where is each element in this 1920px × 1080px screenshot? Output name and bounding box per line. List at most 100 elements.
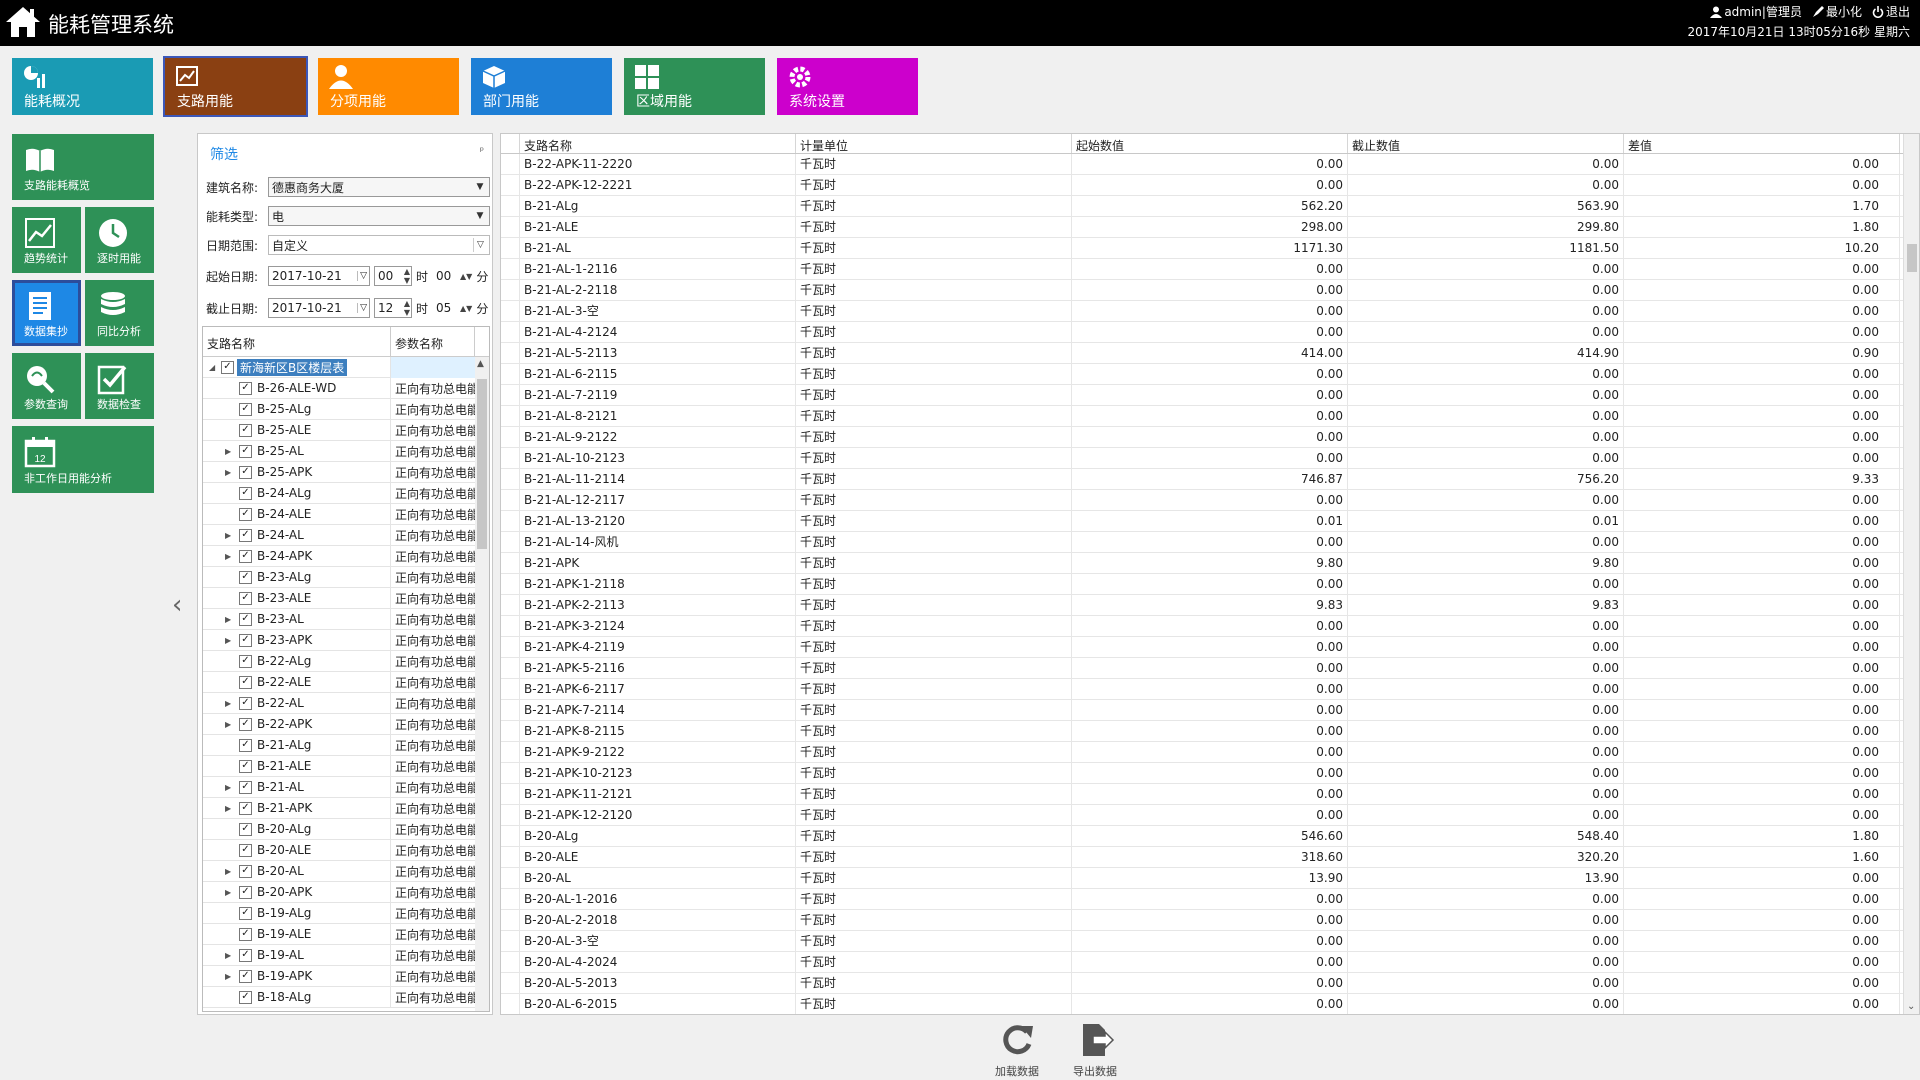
expand-icon[interactable]: ▶: [225, 531, 231, 540]
table-row[interactable]: B-21-AL-11-2114 千瓦时 746.87 756.20 9.33: [501, 468, 1919, 490]
pin-icon[interactable]: ᵖ: [480, 146, 484, 157]
grid-col-end[interactable]: 截止数值: [1348, 134, 1624, 153]
row-header-cell[interactable]: [501, 153, 520, 175]
tree-row[interactable]: ▶ ✓ B-24-AL 正向有功总电能: [203, 524, 489, 546]
expand-icon[interactable]: ▶: [225, 888, 231, 897]
nav-tab-5[interactable]: 区域用能: [624, 58, 765, 115]
expand-icon[interactable]: ▶: [225, 552, 231, 561]
table-row[interactable]: B-21-ALg 千瓦时 562.20 563.90 1.70: [501, 195, 1919, 217]
sidebar-tile-1[interactable]: 支路能耗概览: [12, 134, 154, 200]
spinner-arrows-icon[interactable]: ▲▼: [404, 299, 410, 317]
tree-row[interactable]: ▶ ✓ B-19-AL 正向有功总电能: [203, 944, 489, 966]
row-header-cell[interactable]: [501, 657, 520, 679]
row-header-cell[interactable]: [501, 573, 520, 595]
row-header-cell[interactable]: [501, 384, 520, 406]
scroll-thumb[interactable]: [1907, 244, 1917, 272]
tree-row[interactable]: ▶ ✓ B-22-APK 正向有功总电能: [203, 713, 489, 735]
tree-checkbox[interactable]: ✓: [221, 360, 234, 374]
grid-col-unit[interactable]: 计量单位: [796, 134, 1072, 153]
row-header-cell[interactable]: [501, 510, 520, 532]
tree-checkbox[interactable]: ✓: [239, 402, 252, 416]
table-row[interactable]: B-21-AL-13-2120 千瓦时 0.01 0.01 0.00: [501, 510, 1919, 532]
row-header-cell[interactable]: [501, 888, 520, 910]
table-row[interactable]: B-21-APK-4-2119 千瓦时 0.00 0.00 0.00: [501, 636, 1919, 658]
table-row[interactable]: B-20-AL-2-2018 千瓦时 0.00 0.00 0.00: [501, 909, 1919, 931]
table-row[interactable]: B-22-APK-12-2221 千瓦时 0.00 0.00 0.00: [501, 174, 1919, 196]
table-row[interactable]: B-20-AL 千瓦时 13.90 13.90 0.00: [501, 867, 1919, 889]
expand-icon[interactable]: ▶: [225, 783, 231, 792]
tree-row[interactable]: ✓ B-18-ALg 正向有功总电能: [203, 986, 489, 1008]
row-header-cell[interactable]: [501, 993, 520, 1014]
table-row[interactable]: B-21-AL-4-2124 千瓦时 0.00 0.00 0.00: [501, 321, 1919, 343]
tree-checkbox[interactable]: ✓: [239, 549, 252, 563]
tree-scrollbar[interactable]: ▲: [475, 357, 489, 1011]
row-header-cell[interactable]: [501, 783, 520, 805]
spinner-arrows-icon[interactable]: ▲▼: [460, 272, 472, 281]
row-header-cell[interactable]: [501, 342, 520, 364]
sidebar-tile-5[interactable]: 同比分析: [85, 280, 154, 346]
scroll-down-icon[interactable]: ⌄: [1907, 1001, 1915, 1012]
row-header-cell[interactable]: [501, 279, 520, 301]
tree-row[interactable]: ✓ B-23-ALg 正向有功总电能: [203, 566, 489, 588]
row-header-cell[interactable]: [501, 216, 520, 238]
table-row[interactable]: B-20-AL-4-2024 千瓦时 0.00 0.00 0.00: [501, 951, 1919, 973]
tree-checkbox[interactable]: ✓: [239, 801, 252, 815]
table-row[interactable]: B-21-AL-3-空 千瓦时 0.00 0.00 0.00: [501, 300, 1919, 322]
end-hour-spinner[interactable]: 12 ▲ ▼: [374, 298, 412, 318]
end-date-input[interactable]: 2017-10-21 ▽: [268, 298, 370, 318]
load-data-button[interactable]: 加载数据: [987, 1022, 1047, 1078]
tree-col-param[interactable]: 参数名称: [391, 327, 475, 356]
start-hour-spinner[interactable]: 00 ▲ ▼: [374, 266, 412, 286]
tree-checkbox[interactable]: ✓: [239, 906, 252, 920]
table-row[interactable]: B-21-APK-1-2118 千瓦时 0.00 0.00 0.00: [501, 573, 1919, 595]
table-row[interactable]: B-20-AL-6-2015 千瓦时 0.00 0.00 0.00: [501, 993, 1919, 1014]
spinner-arrows-icon[interactable]: ▲▼: [404, 267, 410, 285]
row-header-cell[interactable]: [501, 846, 520, 868]
tree-row[interactable]: ✓ B-25-ALg 正向有功总电能: [203, 398, 489, 420]
grid-col-diff[interactable]: 差值: [1624, 134, 1900, 153]
home-icon[interactable]: [4, 4, 42, 40]
energy-type-select[interactable]: 电 ▼: [268, 206, 490, 226]
row-header-cell[interactable]: [501, 426, 520, 448]
nav-tab-6[interactable]: 系统设置: [777, 58, 918, 115]
table-row[interactable]: B-21-AL-7-2119 千瓦时 0.00 0.00 0.00: [501, 384, 1919, 406]
row-header-cell[interactable]: [501, 447, 520, 469]
end-minute-value[interactable]: 05: [436, 301, 458, 315]
tree-row[interactable]: ✓ B-22-ALg 正向有功总电能: [203, 650, 489, 672]
sidebar-tile-7[interactable]: 数据检查: [85, 353, 154, 419]
table-row[interactable]: B-22-APK-11-2220 千瓦时 0.00 0.00 0.00: [501, 153, 1919, 175]
table-row[interactable]: B-21-ALE 千瓦时 298.00 299.80 1.80: [501, 216, 1919, 238]
row-header-cell[interactable]: [501, 825, 520, 847]
table-row[interactable]: B-21-APK-5-2116 千瓦时 0.00 0.00 0.00: [501, 657, 1919, 679]
row-header-cell[interactable]: [501, 405, 520, 427]
tree-col-branch[interactable]: 支路名称: [203, 327, 391, 356]
row-header-cell[interactable]: [501, 636, 520, 658]
row-header-cell[interactable]: [501, 762, 520, 784]
row-header-cell[interactable]: [501, 909, 520, 931]
tree-row[interactable]: ✓ B-19-ALg 正向有功总电能: [203, 902, 489, 924]
expand-icon[interactable]: ▶: [225, 867, 231, 876]
row-header-cell[interactable]: [501, 468, 520, 490]
row-header-cell[interactable]: [501, 195, 520, 217]
table-row[interactable]: B-21-APK-3-2124 千瓦时 0.00 0.00 0.00: [501, 615, 1919, 637]
tree-row[interactable]: ▶ ✓ B-21-AL 正向有功总电能: [203, 776, 489, 798]
row-header-cell[interactable]: [501, 951, 520, 973]
tree-row[interactable]: ▶ ✓ B-20-APK 正向有功总电能: [203, 881, 489, 903]
row-header-cell[interactable]: [501, 300, 520, 322]
tree-checkbox[interactable]: ✓: [239, 738, 252, 752]
expand-icon[interactable]: ▶: [225, 615, 231, 624]
tree-row[interactable]: ✓ B-22-ALE 正向有功总电能: [203, 671, 489, 693]
tree-checkbox[interactable]: ✓: [239, 780, 252, 794]
sidebar-tile-4[interactable]: 数据集抄: [12, 280, 81, 346]
calendar-dropdown-icon[interactable]: ▽: [357, 303, 367, 313]
exit-button[interactable]: 退出: [1872, 3, 1910, 20]
tree-row[interactable]: ✓ B-26-ALE-WD 正向有功总电能: [203, 377, 489, 399]
tree-checkbox[interactable]: ✓: [239, 927, 252, 941]
tree-row[interactable]: ▶ ✓ B-23-AL 正向有功总电能: [203, 608, 489, 630]
expand-icon[interactable]: ▶: [225, 636, 231, 645]
scroll-thumb[interactable]: [477, 379, 487, 549]
table-row[interactable]: B-21-AL-2-2118 千瓦时 0.00 0.00 0.00: [501, 279, 1919, 301]
nav-tab-3[interactable]: 分项用能: [318, 58, 459, 115]
row-header-cell[interactable]: [501, 552, 520, 574]
date-range-select[interactable]: 自定义 ▽: [268, 235, 490, 255]
